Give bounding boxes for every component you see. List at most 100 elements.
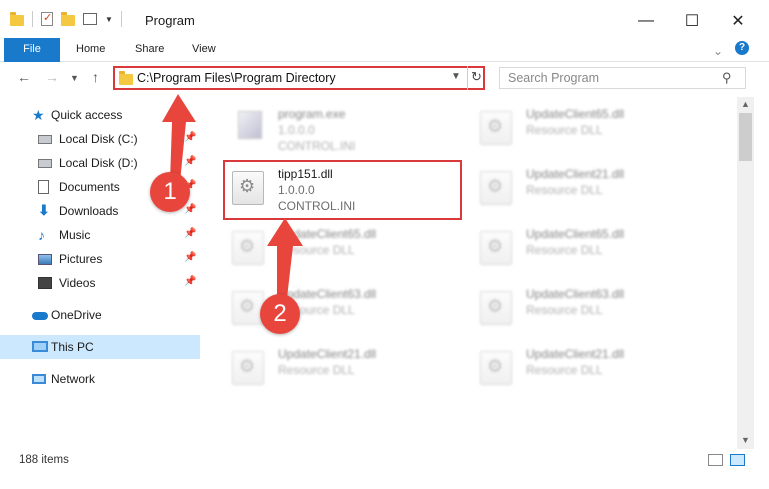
pin-icon[interactable]: 📌: [184, 228, 196, 239]
document-icon: [38, 180, 49, 194]
tiles-view-icon[interactable]: [730, 454, 745, 466]
application-icon: [238, 111, 262, 139]
sidebar-item-quick-access[interactable]: ★ Quick access: [0, 103, 200, 127]
tab-file[interactable]: File: [4, 38, 60, 62]
chevron-down-icon[interactable]: ▼: [451, 71, 461, 82]
sidebar-item-this-pc[interactable]: This PC: [0, 335, 200, 359]
step-badge-1: 1: [150, 172, 190, 212]
sidebar-item-label: Quick access: [51, 108, 123, 122]
file-name: program.exe: [278, 107, 346, 121]
computer-icon: [32, 341, 48, 352]
tab-home[interactable]: Home: [66, 38, 115, 62]
sidebar-item-pictures[interactable]: Pictures 📌: [0, 247, 200, 271]
file-description: Resource DLL: [526, 363, 603, 377]
navigation-pane: ★ Quick access Local Disk (C:) 📌 Local D…: [0, 97, 202, 449]
chevron-down-icon[interactable]: ▼: [105, 15, 113, 24]
forward-arrow-icon[interactable]: →: [45, 69, 59, 85]
disk-icon: [38, 159, 52, 168]
file-description: Resource DLL: [526, 303, 603, 317]
address-path[interactable]: C:\Program Files\Program Directory: [137, 71, 336, 85]
pin-icon[interactable]: 📌: [184, 252, 196, 263]
file-name: UpdateClient21.dll: [526, 347, 625, 361]
file-description: Resource DLL: [526, 243, 603, 257]
sidebar-item-onedrive[interactable]: OneDrive: [0, 303, 200, 327]
sidebar-item-network[interactable]: Network: [0, 367, 200, 391]
sidebar-item-music[interactable]: ♪ Music 📌: [0, 223, 200, 247]
file-name: UpdateClient63.dll: [526, 287, 625, 301]
file-item[interactable]: UpdateClient65.dll Resource DLL: [210, 219, 455, 277]
pin-icon[interactable]: 📌: [184, 132, 196, 143]
disk-icon: [38, 135, 52, 144]
minimize-button[interactable]: —: [623, 6, 669, 36]
file-item[interactable]: UpdateClient65.dll Resource DLL: [458, 219, 703, 277]
dll-file-icon: [480, 171, 512, 205]
file-item[interactable]: UpdateClient21.dll Resource DLL: [210, 339, 455, 397]
file-item[interactable]: program.exe 1.0.0.0 CONTROL.INI: [210, 99, 455, 157]
sidebar-item-label: Videos: [59, 276, 96, 290]
file-highlight-box: [223, 160, 462, 220]
dll-file-icon: [480, 231, 512, 265]
sidebar-item-local-disk-c[interactable]: Local Disk (C:) 📌: [0, 127, 200, 151]
address-bar[interactable]: C:\Program Files\Program Directory ▼ ↻: [113, 66, 485, 90]
file-name: UpdateClient21.dll: [526, 167, 625, 181]
properties-icon[interactable]: [41, 11, 53, 26]
dll-file-icon: [480, 291, 512, 325]
cloud-icon: [32, 312, 48, 320]
picture-icon: [38, 254, 52, 265]
star-icon: ★: [32, 107, 45, 123]
close-button[interactable]: ✕: [715, 6, 761, 36]
folder-icon: [119, 71, 133, 85]
search-icon[interactable]: ⚲: [722, 70, 732, 86]
view-options-icon[interactable]: [83, 13, 97, 25]
file-name: UpdateClient21.dll: [278, 347, 377, 361]
expand-ribbon-icon[interactable]: ⌄: [713, 44, 723, 58]
file-name: UpdateClient65.dll: [278, 227, 377, 241]
dll-file-icon: [480, 111, 512, 145]
step-badge-2: 2: [260, 294, 300, 334]
window-title: Program: [145, 13, 195, 28]
sidebar-item-videos[interactable]: Videos 📌: [0, 271, 200, 295]
sidebar-item-label: Music: [59, 228, 91, 242]
pin-icon[interactable]: 📌: [184, 156, 196, 167]
refresh-icon[interactable]: ↻: [467, 66, 485, 90]
up-arrow-icon[interactable]: ↑: [92, 69, 99, 85]
file-item[interactable]: UpdateClient63.dll Resource DLL: [210, 279, 455, 337]
download-icon: ⬇: [38, 202, 50, 218]
file-item[interactable]: UpdateClient65.dll Resource DLL: [458, 99, 703, 157]
maximize-button[interactable]: ☐: [669, 6, 715, 36]
ribbon: File Home Share View: [0, 38, 769, 62]
file-description: Resource DLL: [278, 243, 355, 257]
tab-share[interactable]: Share: [125, 38, 174, 62]
help-button[interactable]: ?: [735, 41, 749, 55]
sidebar-item-label: Pictures: [59, 252, 103, 266]
scroll-up-icon[interactable]: ▲: [741, 99, 750, 109]
file-list: program.exe 1.0.0.0 CONTROL.INI UpdateCl…: [205, 97, 737, 449]
vertical-scrollbar[interactable]: ▲ ▼: [737, 97, 754, 449]
scrollbar-thumb[interactable]: [739, 113, 752, 161]
pin-icon[interactable]: 📌: [184, 276, 196, 287]
file-description: Resource DLL: [526, 123, 603, 137]
file-description: Resource DLL: [526, 183, 603, 197]
search-input[interactable]: Search Program ⚲: [499, 67, 746, 89]
sidebar-item-label: Downloads: [59, 204, 119, 218]
scroll-down-icon[interactable]: ▼: [741, 435, 750, 445]
video-icon: [38, 277, 52, 289]
pin-icon[interactable]: 📌: [184, 204, 196, 215]
file-name: UpdateClient65.dll: [526, 107, 625, 121]
back-arrow-icon[interactable]: ←: [17, 69, 31, 85]
file-item[interactable]: UpdateClient63.dll Resource DLL: [458, 279, 703, 337]
file-description: CONTROL.INI: [278, 139, 356, 153]
sidebar-item-label: Local Disk (D:): [59, 156, 138, 170]
dll-file-icon: [232, 291, 264, 325]
sidebar-item-label: OneDrive: [51, 308, 102, 322]
toolbar-divider: [32, 11, 33, 27]
music-icon: ♪: [38, 227, 45, 243]
file-item[interactable]: UpdateClient21.dll Resource DLL: [458, 339, 703, 397]
details-view-icon[interactable]: [708, 454, 723, 466]
new-folder-icon[interactable]: [61, 11, 75, 26]
sidebar-item-label: This PC: [51, 340, 94, 354]
file-item[interactable]: UpdateClient21.dll Resource DLL: [458, 159, 703, 217]
recent-locations-icon[interactable]: ▼: [70, 73, 79, 83]
tab-view[interactable]: View: [182, 38, 226, 62]
search-placeholder: Search Program: [508, 71, 600, 85]
